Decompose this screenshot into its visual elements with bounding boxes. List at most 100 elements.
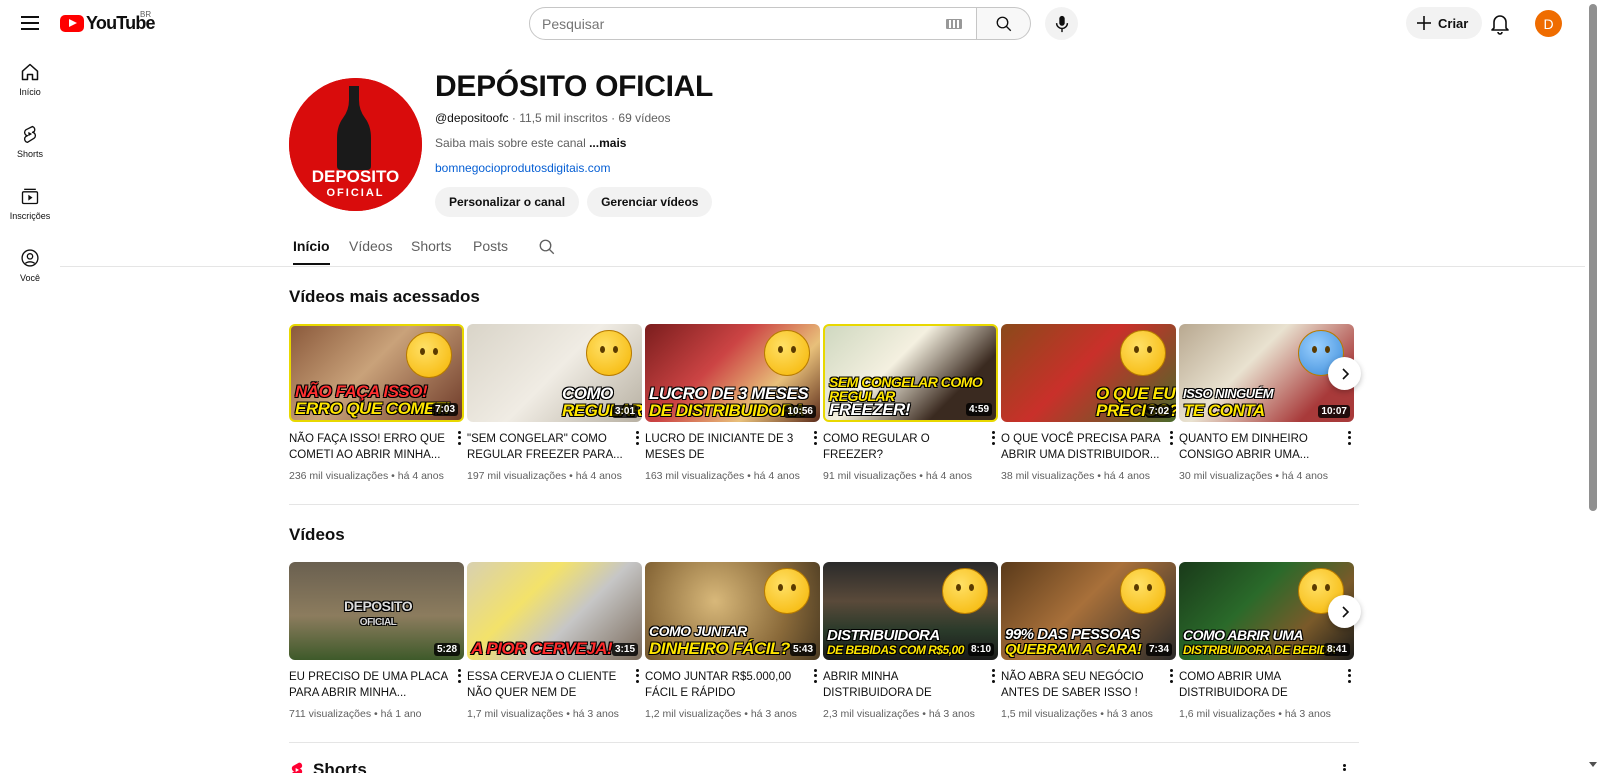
manage-videos-button[interactable]: Gerenciar vídeos xyxy=(587,187,713,217)
video-meta: 30 mil visualizações • há 4 anos xyxy=(1179,470,1329,482)
video-card[interactable]: NÃO FAÇA ISSO! ERRO QUE COMETI 7:03 NÃO F… xyxy=(289,324,464,482)
menu-icon[interactable] xyxy=(18,11,42,35)
video-meta: 2,3 mil visualizações • há 3 anos xyxy=(823,708,975,720)
video-thumbnail[interactable]: SEM CONGELAR COMO REGULAR FREEZER! 4:59 xyxy=(823,324,998,422)
sidebar-item-subscriptions[interactable]: Inscrições xyxy=(0,180,60,242)
view-count: 163 mil visualizações xyxy=(645,470,745,482)
sidebar: Início Shorts Inscrições Você xyxy=(0,56,60,304)
video-card[interactable]: 99% DAS PESSOAS QUEBRAM A CARA! 7:34 NÃO … xyxy=(1001,562,1176,720)
video-card[interactable]: ISSO NINGUÉM TE CONTA 10:07 QUANTO EM DIN… xyxy=(1179,324,1354,482)
channel-logo-line2: OFICIAL xyxy=(327,187,385,199)
more-actions-icon[interactable] xyxy=(1166,668,1176,684)
channel-external-link[interactable]: bomnegocioprodutosdigitais.com xyxy=(435,161,610,175)
video-card[interactable]: DISTRIBUIDORA DE BEBIDAS COM R$5,00 8:10 … xyxy=(823,562,998,720)
video-card[interactable]: LUCRO DE 3 MESES DE DISTRIBUIDORA 10:56 L… xyxy=(645,324,820,482)
video-thumbnail[interactable]: O QUE EU PRECISO? 7:02 xyxy=(1001,324,1176,422)
view-count: 38 mil visualizações xyxy=(1001,470,1095,482)
more-actions-icon[interactable] xyxy=(632,430,642,446)
video-title[interactable]: COMO ABRIR UMA DISTRIBUIDORA DE BEBIDA..… xyxy=(1179,669,1354,701)
video-title[interactable]: COMO REGULAR O FREEZER? DISTRIBUIDORA... xyxy=(823,431,998,463)
notifications-bell-icon[interactable] xyxy=(1488,11,1512,35)
more-actions-icon[interactable] xyxy=(454,668,464,684)
video-thumbnail[interactable]: 99% DAS PESSOAS QUEBRAM A CARA! 7:34 xyxy=(1001,562,1176,660)
channel-about[interactable]: Saiba mais sobre este canal ...mais xyxy=(435,136,626,150)
upload-age: há 3 anos xyxy=(928,708,975,720)
video-title[interactable]: COMO JUNTAR R$5.000,00 FÁCIL E RÁPIDO xyxy=(645,669,820,701)
video-thumbnail[interactable]: DEPOSITO OFICIAL 5:28 xyxy=(289,562,464,660)
upload-age: há 4 anos xyxy=(1103,470,1151,482)
search-input[interactable] xyxy=(542,15,922,32)
tab-posts[interactable]: Posts xyxy=(473,238,508,263)
account-avatar[interactable]: D xyxy=(1535,10,1562,37)
video-meta: 197 mil visualizações • há 4 anos xyxy=(467,470,622,482)
more-actions-icon[interactable] xyxy=(810,430,820,446)
carousel-next-button[interactable] xyxy=(1328,595,1361,628)
video-card[interactable]: A PIOR CERVEJA! 3:15 ESSA CERVEJA O CLIE… xyxy=(467,562,642,720)
scrollbar-thumb[interactable] xyxy=(1589,4,1597,511)
thumbnail-caption: COMO JUNTAR DINHEIRO FÁCIL? xyxy=(649,622,790,657)
you-icon xyxy=(21,249,39,267)
more-actions-icon[interactable] xyxy=(454,430,464,446)
page-scrollbar[interactable] xyxy=(1585,0,1600,773)
video-duration: 5:28 xyxy=(433,643,460,656)
carousel-next-button[interactable] xyxy=(1328,357,1361,390)
sidebar-item-home[interactable]: Início xyxy=(0,56,60,118)
video-thumbnail[interactable]: A PIOR CERVEJA! 3:15 xyxy=(467,562,642,660)
upload-age: há 3 anos xyxy=(1106,708,1153,720)
thumbnail-caption: COMO ABRIR UMA DISTRIBUIDORA DE BEBIDA xyxy=(1183,628,1336,657)
video-thumbnail[interactable]: NÃO FAÇA ISSO! ERRO QUE COMETI 7:03 xyxy=(289,324,464,422)
video-title[interactable]: NÃO ABRA SEU NEGÓCIO ANTES DE SABER ISSO… xyxy=(1001,669,1176,701)
more-actions-icon[interactable] xyxy=(632,668,642,684)
video-title[interactable]: ABRIR MINHA DISTRIBUIDORA DE BEBIDA... xyxy=(823,669,998,701)
more-actions-icon[interactable] xyxy=(1166,430,1176,446)
sidebar-item-label: Você xyxy=(19,273,41,283)
view-count: 1,7 mil visualizações xyxy=(467,708,564,720)
customize-channel-button[interactable]: Personalizar o canal xyxy=(435,187,580,217)
video-card[interactable]: SEM CONGELAR COMO REGULAR FREEZER! 4:59 C… xyxy=(823,324,998,482)
more-actions-icon[interactable] xyxy=(988,668,998,684)
video-thumbnail[interactable]: DISTRIBUIDORA DE BEBIDAS COM R$5,00 8:10 xyxy=(823,562,998,660)
video-title[interactable]: "SEM CONGELAR" COMO REGULAR FREEZER PARA… xyxy=(467,431,642,463)
youtube-logo[interactable]: YouTube BR xyxy=(60,10,156,34)
video-title[interactable]: LUCRO DE INICIANTE DE 3 MESES DE DISTRIB… xyxy=(645,431,820,463)
video-card[interactable]: DEPOSITO OFICIAL 5:28 EU PRECISO DE UMA P… xyxy=(289,562,464,720)
about-more-link[interactable]: ...mais xyxy=(589,136,626,150)
video-title[interactable]: EU PRECISO DE UMA PLACA PARA ABRIR MINHA… xyxy=(289,669,464,701)
emoji-graphic xyxy=(586,330,632,376)
create-button[interactable]: Criar xyxy=(1406,7,1483,39)
sidebar-item-shorts[interactable]: Shorts xyxy=(0,118,60,180)
video-thumbnail[interactable]: COMO JUNTAR DINHEIRO FÁCIL? 5:43 xyxy=(645,562,820,660)
video-thumbnail[interactable]: COMO REGULAR 3:01 xyxy=(467,324,642,422)
voice-search-button[interactable] xyxy=(1045,7,1078,40)
video-title[interactable]: O QUE VOCÊ PRECISA PARA ABRIR UMA DISTRI… xyxy=(1001,431,1176,463)
emoji-graphic xyxy=(764,568,810,614)
view-count: 2,3 mil visualizações xyxy=(823,708,920,720)
video-title[interactable]: ESSA CERVEJA O CLIENTE NÃO QUER NEM DE G… xyxy=(467,669,642,701)
video-card[interactable]: O QUE EU PRECISO? 7:02 O QUE VOCÊ PRECISA… xyxy=(1001,324,1176,482)
video-thumbnail[interactable]: LUCRO DE 3 MESES DE DISTRIBUIDORA 10:56 xyxy=(645,324,820,422)
more-actions-icon[interactable] xyxy=(1344,668,1354,684)
tab-videos[interactable]: Vídeos xyxy=(349,238,393,263)
video-title[interactable]: QUANTO EM DINHEIRO CONSIGO ABRIR UMA... xyxy=(1179,431,1354,463)
tab-home[interactable]: Início xyxy=(293,238,330,265)
video-card[interactable]: COMO ABRIR UMA DISTRIBUIDORA DE BEBIDA 8:… xyxy=(1179,562,1354,720)
more-actions-icon[interactable] xyxy=(988,430,998,446)
view-count: 91 mil visualizações xyxy=(823,470,917,482)
more-actions-icon[interactable] xyxy=(1344,430,1354,446)
caption-line: DISTRIBUIDORA xyxy=(827,627,940,644)
video-card[interactable]: COMO JUNTAR DINHEIRO FÁCIL? 5:43 COMO JUN… xyxy=(645,562,820,720)
video-title[interactable]: NÃO FAÇA ISSO! ERRO QUE COMETI AO ABRIR … xyxy=(289,431,464,463)
sidebar-item-label: Inscrições xyxy=(9,211,51,221)
sidebar-item-label: Início xyxy=(19,87,41,97)
channel-search-icon[interactable] xyxy=(538,238,556,256)
video-card[interactable]: COMO REGULAR 3:01 "SEM CONGELAR" COMO REG… xyxy=(467,324,642,482)
search-button[interactable] xyxy=(977,7,1031,40)
scroll-down-arrow-icon[interactable] xyxy=(1589,762,1597,767)
channel-avatar[interactable]: DEPOSITO OFICIAL xyxy=(289,78,422,211)
chevron-right-icon xyxy=(1341,367,1349,380)
sidebar-item-you[interactable]: Você xyxy=(0,242,60,304)
tab-shorts[interactable]: Shorts xyxy=(411,238,451,263)
more-actions-icon[interactable] xyxy=(810,668,820,684)
shorts-more-actions-icon[interactable] xyxy=(1339,763,1349,773)
keyboard-icon[interactable] xyxy=(946,19,962,29)
